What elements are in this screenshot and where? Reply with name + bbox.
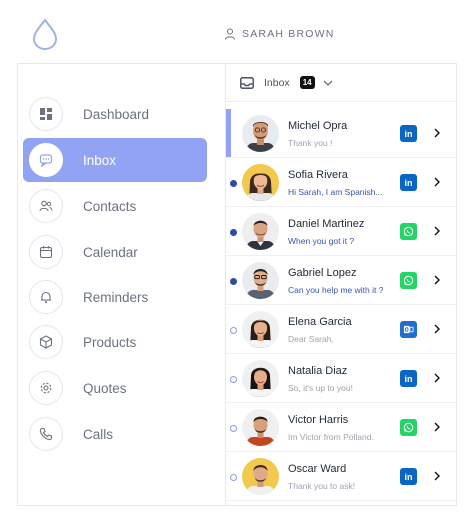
calendar-icon bbox=[29, 235, 63, 269]
outlook-icon bbox=[400, 321, 417, 338]
selected-indicator bbox=[226, 109, 231, 157]
unread-count-badge: 14 bbox=[299, 76, 315, 89]
sidebar-item-reminders[interactable]: Reminders bbox=[23, 275, 207, 319]
sidebar-item-label: Reminders bbox=[83, 289, 149, 305]
message-preview: Im Victor from Polland. bbox=[288, 432, 374, 442]
chevron-right-icon[interactable] bbox=[433, 373, 441, 383]
users-icon bbox=[29, 189, 63, 223]
chevron-right-icon[interactable] bbox=[433, 128, 441, 138]
grid-icon bbox=[29, 97, 63, 131]
chevron-down-icon[interactable] bbox=[323, 78, 333, 88]
conversation-row[interactable]: Sofia Rivera Hi Sarah, I am Spanish... i… bbox=[226, 158, 456, 207]
conversation-panel: Inbox 14 Michel Opra Thank you ! in Sofi… bbox=[226, 64, 456, 505]
unread-dot bbox=[230, 278, 237, 285]
read-dot bbox=[230, 474, 237, 481]
conversation-row[interactable]: Gabriel Lopez Can you help me with it ? bbox=[226, 256, 456, 305]
sidebar-item-quotes[interactable]: Quotes bbox=[23, 366, 207, 410]
sidebar-item-label: Inbox bbox=[83, 152, 117, 168]
unread-dot bbox=[230, 229, 237, 236]
whatsapp-icon bbox=[400, 419, 417, 436]
linkedin-icon: in bbox=[400, 174, 417, 191]
sidebar-item-label: Calls bbox=[83, 426, 114, 442]
chat-icon bbox=[29, 143, 63, 177]
contact-name: Michel Opra bbox=[288, 120, 348, 132]
inbox-tray-icon bbox=[240, 76, 254, 89]
droplet-logo-icon bbox=[32, 18, 58, 50]
avatar bbox=[242, 262, 279, 299]
phone-icon bbox=[29, 417, 63, 451]
contact-name: Oscar Ward bbox=[288, 463, 347, 475]
chevron-right-icon[interactable] bbox=[433, 471, 441, 481]
avatar bbox=[242, 164, 279, 201]
sidebar-item-inbox[interactable]: Inbox bbox=[23, 138, 207, 182]
sidebar-item-label: Dashboard bbox=[83, 106, 150, 122]
contact-name: Natalia Diaz bbox=[288, 365, 348, 377]
message-preview: When you got it ? bbox=[288, 236, 355, 246]
app-frame: Dashboard Inbox Contacts Calendar Remind bbox=[17, 63, 457, 506]
sidebar-item-calendar[interactable]: Calendar bbox=[23, 230, 207, 274]
contact-name: Elena Garcia bbox=[288, 316, 352, 328]
avatar bbox=[242, 311, 279, 348]
read-dot bbox=[230, 327, 237, 334]
chevron-right-icon[interactable] bbox=[433, 275, 441, 285]
box-icon bbox=[29, 325, 63, 359]
inbox-header[interactable]: Inbox 14 bbox=[226, 64, 456, 102]
message-preview: Dear Sarah, bbox=[288, 334, 334, 344]
message-preview: So, it's up to you! bbox=[288, 383, 353, 393]
sidebar-item-contacts[interactable]: Contacts bbox=[23, 184, 207, 228]
conversation-row[interactable]: Michel Opra Thank you ! in bbox=[226, 109, 456, 158]
conversation-row[interactable]: Daniel Martinez When you got it ? bbox=[226, 207, 456, 256]
contact-name: Sofia Rivera bbox=[288, 169, 348, 181]
linkedin-icon: in bbox=[400, 370, 417, 387]
whatsapp-icon bbox=[400, 223, 417, 240]
contact-name: Victor Harris bbox=[288, 414, 349, 426]
sidebar-item-products[interactable]: Products bbox=[23, 320, 207, 364]
bell-icon bbox=[29, 280, 63, 314]
user-icon bbox=[225, 28, 235, 40]
message-preview: Can you help me with it ? bbox=[288, 285, 384, 295]
contact-name: Gabriel Lopez bbox=[288, 267, 357, 279]
conversation-row[interactable]: Elena Garcia Dear Sarah, bbox=[226, 305, 456, 354]
message-preview: Thank you to ask! bbox=[288, 481, 356, 491]
conversation-row[interactable]: Natalia Diaz So, it's up to you! in bbox=[226, 354, 456, 403]
sidebar-item-dashboard[interactable]: Dashboard bbox=[23, 92, 207, 136]
read-dot bbox=[230, 376, 237, 383]
avatar bbox=[242, 458, 279, 495]
conversation-row[interactable]: Victor Harris Im Victor from Polland. bbox=[226, 403, 456, 452]
inbox-title: Inbox bbox=[264, 76, 290, 89]
avatar bbox=[242, 360, 279, 397]
sidebar-item-label: Products bbox=[83, 334, 137, 350]
user-profile[interactable]: SARAH BROWN bbox=[224, 28, 335, 40]
chevron-right-icon[interactable] bbox=[433, 226, 441, 236]
whatsapp-icon bbox=[400, 272, 417, 289]
contact-name: Daniel Martinez bbox=[288, 218, 365, 230]
linkedin-icon: in bbox=[400, 125, 417, 142]
chevron-right-icon[interactable] bbox=[433, 177, 441, 187]
unread-dot bbox=[230, 180, 237, 187]
avatar bbox=[242, 213, 279, 250]
linkedin-icon: in bbox=[400, 468, 417, 485]
sidebar-item-calls[interactable]: Calls bbox=[23, 412, 207, 456]
chevron-right-icon[interactable] bbox=[433, 422, 441, 432]
sidebar-item-label: Calendar bbox=[83, 244, 138, 260]
message-preview: Hi Sarah, I am Spanish... bbox=[288, 187, 383, 197]
sidebar: Dashboard Inbox Contacts Calendar Remind bbox=[18, 64, 226, 505]
read-dot bbox=[230, 425, 237, 432]
avatar bbox=[242, 115, 279, 152]
avatar bbox=[242, 409, 279, 446]
conversation-row[interactable]: Oscar Ward Thank you to ask! in bbox=[226, 452, 456, 501]
gear-icon bbox=[29, 371, 63, 405]
sidebar-item-label: Quotes bbox=[83, 380, 127, 396]
message-preview: Thank you ! bbox=[288, 138, 333, 148]
chevron-right-icon[interactable] bbox=[433, 324, 441, 334]
sidebar-item-label: Contacts bbox=[83, 198, 137, 214]
user-name: SARAH BROWN bbox=[242, 28, 335, 40]
